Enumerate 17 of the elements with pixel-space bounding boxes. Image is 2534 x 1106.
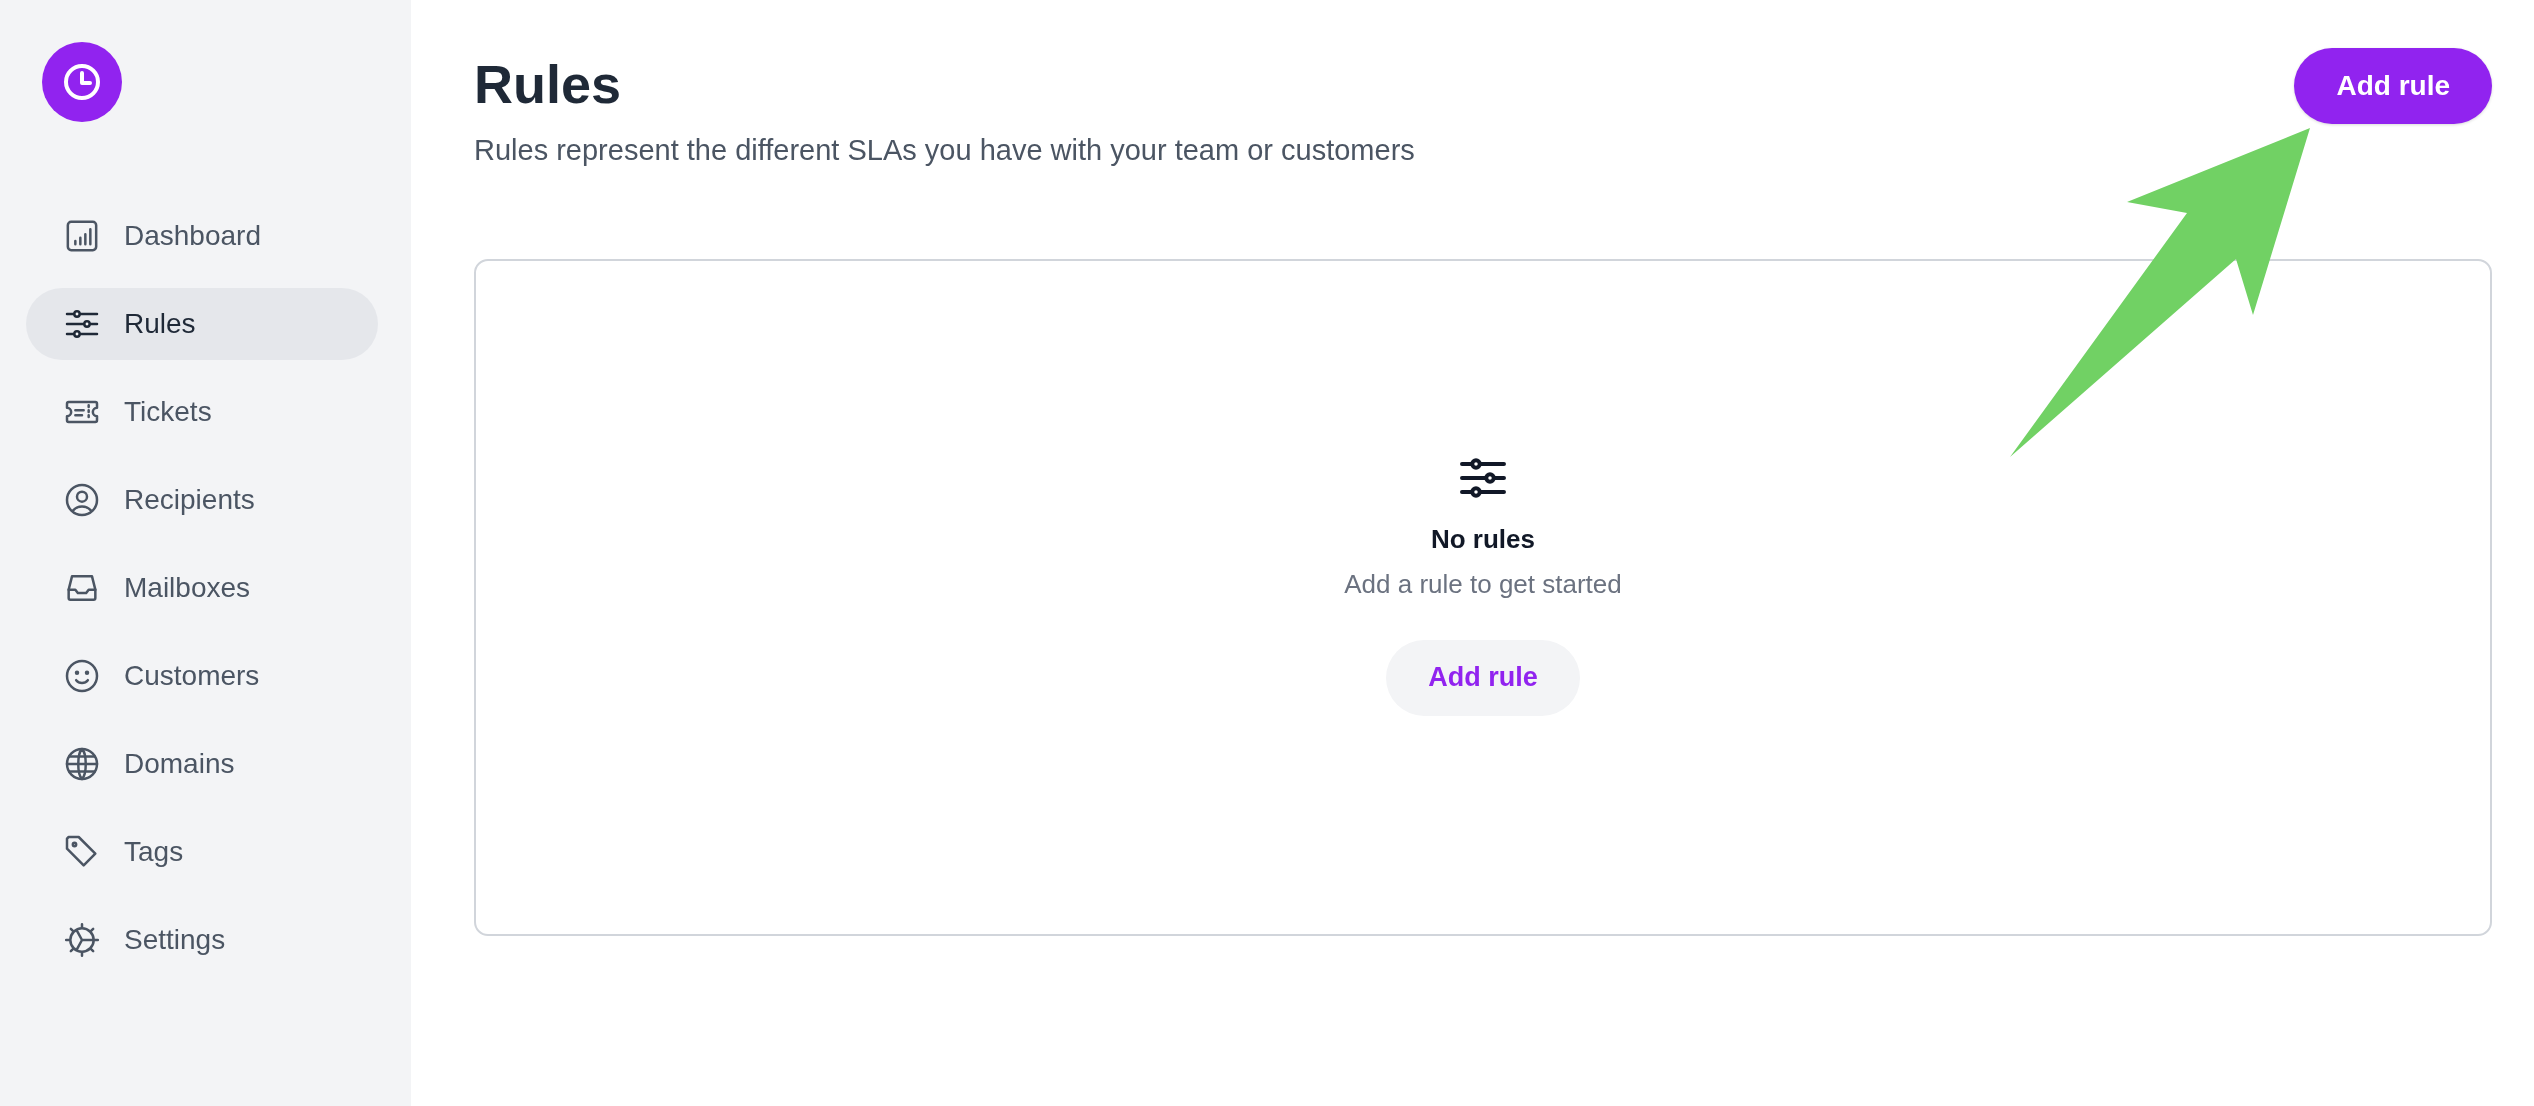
sidebar-item[interactable]: Rules [26, 288, 378, 360]
add-rule-button[interactable]: Add rule [2294, 48, 2492, 124]
sidebar-item[interactable]: Domains [26, 728, 378, 800]
empty-message: Add a rule to get started [1344, 568, 1622, 600]
page-title: Rules [474, 53, 623, 116]
sidebar-item[interactable]: Customers [26, 640, 378, 712]
sidebar-item[interactable]: Tags [26, 816, 378, 888]
sidebar-item[interactable]: Dashboard [26, 200, 378, 272]
clock-logo-icon [42, 42, 122, 122]
empty-title: No rules [1431, 523, 1535, 555]
add-rule-button[interactable]: Add rule [1386, 639, 1580, 716]
sidebar-item[interactable]: Tickets [26, 376, 378, 448]
gear-icon [62, 920, 102, 960]
sidebar-item[interactable]: Mailboxes [26, 552, 378, 624]
sidebar-item[interactable]: Recipients [26, 464, 378, 536]
page-subtitle: Rules represent the different SLAs you have with your team or customers [474, 134, 1415, 167]
sidebar-item[interactable]: Settings [26, 904, 378, 976]
